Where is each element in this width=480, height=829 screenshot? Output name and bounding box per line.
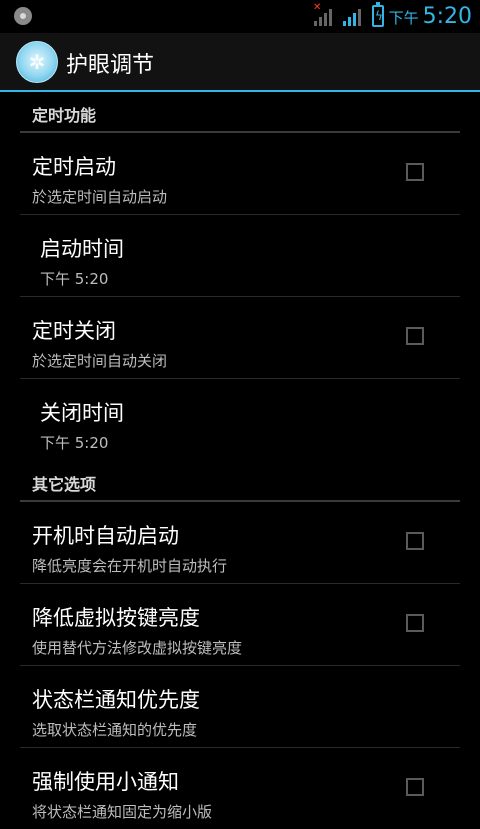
pref-title: 强制使用小通知 (32, 770, 179, 794)
pref-summary: 於选定时间自动关闭 (32, 352, 168, 370)
category-header: 定时功能 (32, 106, 97, 125)
category-header: 其它选项 (32, 475, 97, 494)
pref-summary: 下午 5:20 (40, 270, 109, 288)
pref-start-time[interactable]: 启动时间 下午 5:20 (20, 215, 460, 297)
pref-summary: 使用替代方法修改虚拟按键亮度 (32, 639, 243, 657)
pref-title: 定时关闭 (32, 319, 116, 343)
pref-title: 关闭时间 (40, 401, 124, 425)
app-notification-icon (14, 7, 32, 25)
pref-start-on-boot[interactable]: 开机时自动启动 降低亮度会在开机时自动执行 (20, 502, 460, 584)
action-bar: 护眼调节 (0, 33, 480, 92)
pref-title: 开机时自动启动 (32, 524, 179, 548)
pref-summary: 将状态栏通知固定为缩小版 (32, 803, 213, 821)
pref-dim-virtual-keys[interactable]: 降低虚拟按键亮度 使用替代方法修改虚拟按键亮度 (20, 584, 460, 666)
force-small-notification-checkbox[interactable] (406, 778, 424, 796)
status-bar: ✕ ϟ 下午 5:20 (0, 0, 480, 33)
app-gear-icon[interactable] (16, 41, 58, 83)
category-other: 其它选项 (20, 461, 460, 502)
pref-title: 降低虚拟按键亮度 (32, 606, 200, 630)
pref-title: 启动时间 (40, 237, 124, 261)
preferences-list: 定时功能 定时启动 於选定时间自动启动 启动时间 下午 5:20 定时关闭 於选… (0, 92, 480, 829)
status-clock: 5:20 (422, 4, 472, 29)
dim-virtual-keys-checkbox[interactable] (406, 614, 424, 632)
pref-title: 定时启动 (32, 155, 116, 179)
pref-scheduled-stop[interactable]: 定时关闭 於选定时间自动关闭 (20, 297, 460, 379)
category-timer: 定时功能 (20, 92, 460, 133)
scheduled-start-checkbox[interactable] (406, 163, 424, 181)
battery-charging-icon: ϟ (372, 2, 384, 27)
signal-icon (343, 6, 365, 26)
pref-force-small-notification[interactable]: 强制使用小通知 将状态栏通知固定为缩小版 (20, 748, 460, 829)
pref-summary: 下午 5:20 (40, 434, 109, 452)
app-title: 护眼调节 (66, 53, 155, 78)
signal-no-sim-icon (314, 6, 336, 26)
pref-summary: 於选定时间自动启动 (32, 188, 168, 206)
pref-title: 状态栏通知优先度 (32, 688, 200, 712)
pref-notification-priority[interactable]: 状态栏通知优先度 选取状态栏通知的优先度 (20, 666, 460, 748)
pref-scheduled-start[interactable]: 定时启动 於选定时间自动启动 (20, 133, 460, 215)
status-time: 下午 5:20 (389, 4, 472, 29)
status-ampm: 下午 (388, 9, 419, 27)
pref-summary: 选取状态栏通知的优先度 (32, 721, 198, 739)
start-on-boot-checkbox[interactable] (406, 532, 424, 550)
pref-summary: 降低亮度会在开机时自动执行 (32, 557, 228, 575)
scheduled-stop-checkbox[interactable] (406, 327, 424, 345)
pref-stop-time[interactable]: 关闭时间 下午 5:20 (20, 379, 460, 461)
